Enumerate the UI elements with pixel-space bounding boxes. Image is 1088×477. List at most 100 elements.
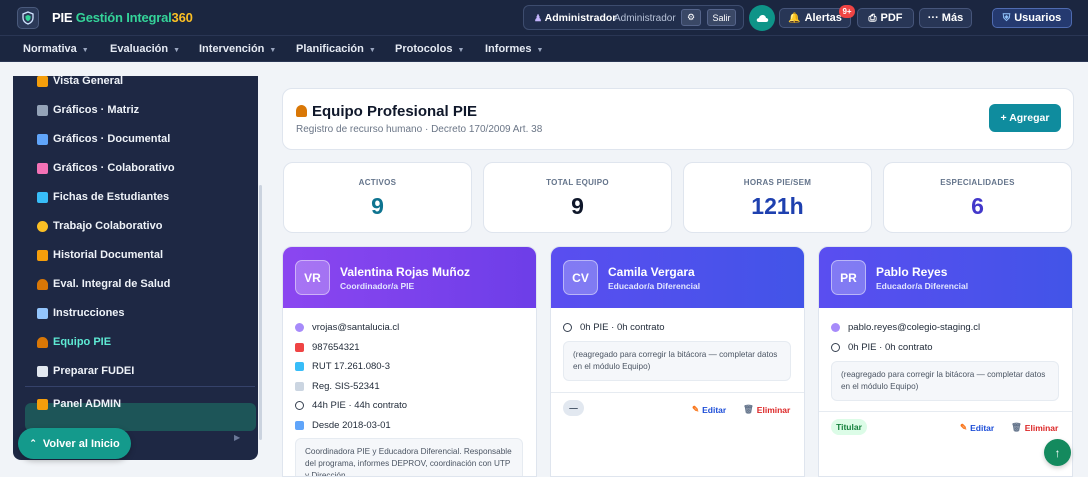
nav-normativa[interactable]: Normativa ▼ [23, 43, 89, 55]
shield-logo-icon [17, 7, 39, 29]
add-member-button[interactable]: + Agregar [989, 104, 1061, 132]
staff-role: Coordinador/a PIE [340, 281, 415, 291]
staff-role: Educador/a Diferencial [608, 281, 701, 291]
users-button[interactable]: ⛨ Usuarios [992, 8, 1072, 28]
sidebar-item-panel-admin[interactable]: Panel ADMIN [37, 398, 121, 410]
staff-rut-text: RUT 17.261.080-3 [312, 361, 390, 372]
staff-reg-text: Reg. SIS-52341 [312, 381, 380, 392]
email-icon [295, 323, 304, 332]
staff-card-header: PR Pablo Reyes Educador/a Diferencial [819, 247, 1072, 308]
stat-label: TOTAL EQUIPO [546, 178, 609, 187]
staff-card: CV Camila Vergara Educador/a Diferencial… [550, 246, 805, 477]
stat-total-equipo: TOTAL EQUIPO 9 [483, 162, 672, 233]
staff-hours: 0h PIE · 0h contrato [563, 322, 665, 333]
nav-intervencion[interactable]: Intervención ▼ [199, 43, 276, 55]
nav-label: Evaluación [110, 43, 169, 55]
cloud-sync-button[interactable] [749, 5, 775, 31]
chevron-down-icon: ▼ [536, 47, 544, 54]
sidebar-item-fichas[interactable]: Fichas de Estudiantes [37, 191, 169, 203]
staff-reg: Reg. SIS-52341 [295, 381, 380, 392]
sidebar-item-label: Historial Documental [53, 249, 164, 261]
staff-since: Desde 2018-03-01 [295, 420, 391, 431]
nav-label: Planificación [296, 43, 364, 55]
stat-label: ACTIVOS [358, 178, 397, 187]
folder-icon [37, 249, 48, 261]
sidebar-item-label: Gráficos · Documental [53, 133, 171, 145]
book-icon [37, 307, 48, 319]
staff-email: pablo.reyes@colegio-staging.cl [831, 322, 980, 333]
sidebar-item-instrucciones[interactable]: Instrucciones [37, 307, 125, 319]
delete-button[interactable]: 🗑 Eliminar [743, 404, 790, 415]
more-button[interactable]: ··· Más [919, 8, 972, 28]
lock-icon [37, 398, 48, 410]
clipboard-icon [37, 365, 48, 377]
nav-label: Normativa [23, 43, 77, 55]
staff-hours-text: 0h PIE · 0h contrato [580, 322, 665, 333]
staff-note: Coordinadora PIE y Educadora Diferencial… [295, 438, 523, 476]
sidebar-item-vista-general[interactable]: Vista General [37, 76, 123, 87]
calendar-icon [295, 421, 304, 430]
sidebar-item-graficos-documental[interactable]: Gráficos · Documental [37, 133, 170, 145]
status-badge: Titular [831, 419, 867, 435]
sidebar-item-label: Gráficos · Matriz [53, 104, 140, 116]
sidebar-item-fudei[interactable]: Preparar FUDEI [37, 365, 134, 377]
scroll-top-button[interactable]: ↑ [1044, 439, 1071, 466]
pencil-icon: ✎ [960, 422, 968, 432]
stat-value: 6 [971, 193, 984, 219]
staff-card-header: VR Valentina Rojas Muñoz Coordinador/a P… [283, 247, 536, 308]
staff-note: (reagregado para corregir la bitácora — … [831, 361, 1059, 401]
sidebar-item-historial[interactable]: Historial Documental [37, 249, 163, 261]
brand-num: 360 [171, 10, 193, 25]
doctor-icon [37, 278, 48, 290]
sidebar-item-label: Vista General [53, 76, 124, 87]
pdf-label: PDF [880, 12, 903, 24]
card-divider [551, 392, 804, 393]
stat-label: ESPECIALIDADES [940, 178, 1015, 187]
email-icon [831, 323, 840, 332]
delete-button[interactable]: 🗑 Eliminar [1011, 422, 1058, 433]
sidebar-item-eval-salud[interactable]: Eval. Integral de Salud [37, 278, 170, 290]
id-card-icon [37, 191, 48, 203]
edit-button[interactable]: ✎ Editar [692, 404, 726, 415]
staff-hours-text: 44h PIE · 44h contrato [312, 400, 408, 411]
user-name: ♟ Administrador [534, 12, 616, 24]
staff-email: vrojas@santalucia.cl [295, 322, 399, 333]
sidebar-item-graficos-colaborativo[interactable]: Gráficos · Colaborativo [37, 162, 175, 174]
stat-activos: ACTIVOS 9 [283, 162, 472, 233]
settings-button[interactable]: ⚙ [681, 9, 701, 26]
stat-value: 9 [371, 193, 384, 219]
sidebar-scrollbar[interactable] [259, 185, 262, 440]
sidebar-item-label: Panel ADMIN [53, 398, 122, 410]
page-subtitle: Registro de recurso humano · Decreto 170… [296, 124, 543, 135]
back-to-home-button[interactable]: ⌃ Volver al Inicio [18, 428, 131, 459]
nav-protocolos[interactable]: Protocolos ▼ [395, 43, 464, 55]
sidebar-item-graficos-matriz[interactable]: Gráficos · Matriz [37, 104, 139, 116]
sidebar-item-label: Instrucciones [53, 307, 125, 319]
sidebar-item-trabajo-colaborativo[interactable]: Trabajo Colaborativo [37, 220, 162, 232]
staff-role: Educador/a Diferencial [876, 281, 969, 291]
pdf-button[interactable]: ⎙ PDF [857, 8, 914, 28]
delete-label: Eliminar [756, 404, 791, 415]
stat-especialidades: ESPECIALIDADES 6 [883, 162, 1072, 233]
nav-evaluacion[interactable]: Evaluación ▼ [110, 43, 180, 55]
bar-chart-icon [37, 133, 48, 145]
edit-button[interactable]: ✎ Editar [960, 422, 994, 433]
logout-button[interactable]: Salir [707, 9, 736, 26]
nav-planificacion[interactable]: Planificación ▼ [296, 43, 376, 55]
chevron-right-icon: ▶ [234, 433, 241, 442]
brand-main: Gestión Integral [75, 10, 172, 25]
avatar: PR [831, 260, 866, 295]
users-label: Usuarios [1014, 12, 1062, 24]
staff-note: (reagregado para corregir la bitácora — … [563, 341, 791, 381]
avatar: VR [295, 260, 330, 295]
sidebar-divider [25, 386, 255, 387]
gear-icon: ⚙ [686, 12, 696, 22]
nav-informes[interactable]: Informes ▼ [485, 43, 543, 55]
pencil-icon: ✎ [692, 404, 700, 414]
sidebar-item-equipo-pie[interactable]: Equipo PIE [37, 336, 111, 348]
trend-chart-icon [37, 162, 48, 174]
user-role: Administrador [614, 13, 676, 24]
chart-icon [37, 76, 48, 87]
page-header-card: Equipo Profesional PIE Registro de recur… [282, 88, 1074, 150]
chevron-down-icon: ▼ [173, 47, 181, 54]
